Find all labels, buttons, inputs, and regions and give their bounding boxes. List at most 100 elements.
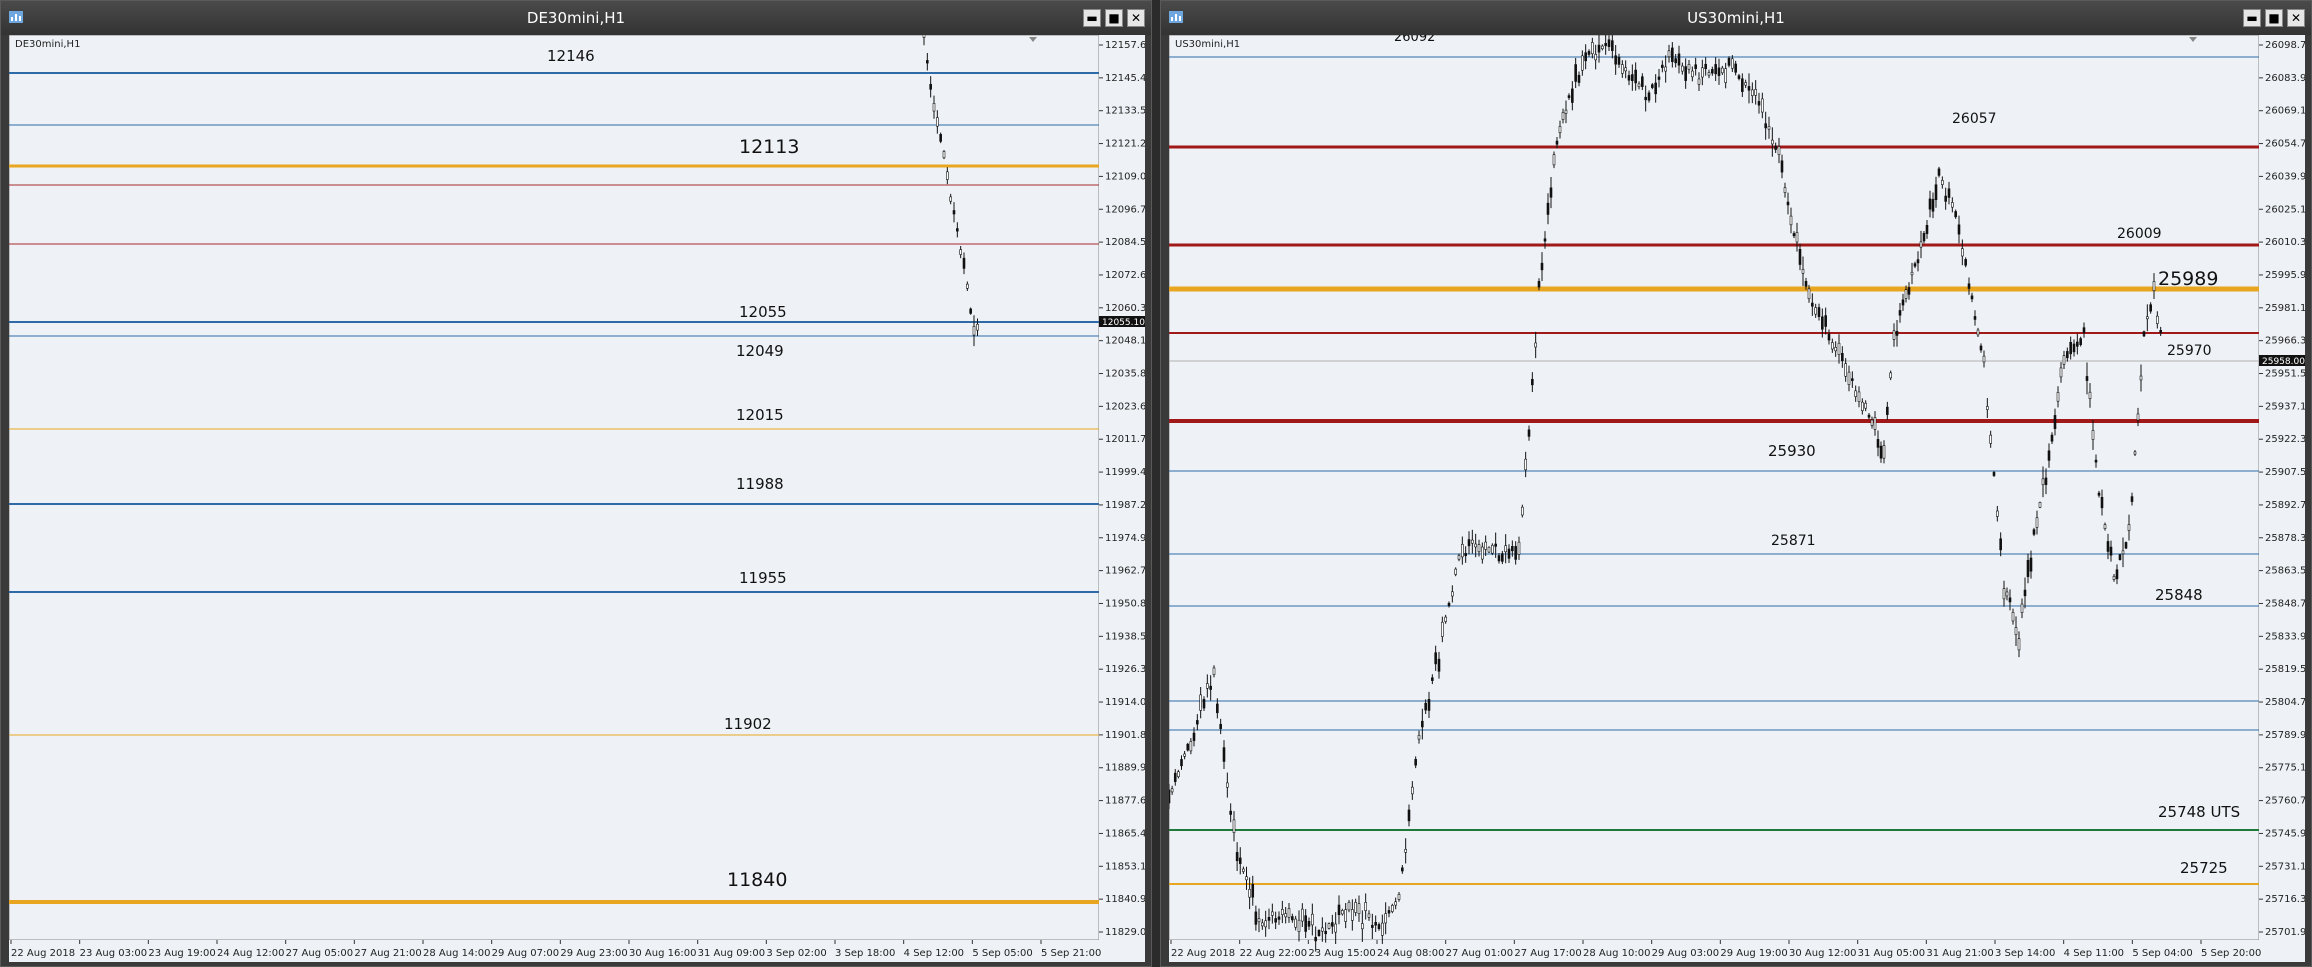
candle [1291, 916, 1294, 921]
candle [1771, 139, 1774, 145]
price-tick-label: 12096.77 [1105, 204, 1145, 215]
candle [1552, 154, 1556, 166]
candle [1232, 819, 1236, 833]
candle [1886, 406, 1889, 415]
candle [1387, 910, 1391, 914]
price-tick-label: 25951.53 [2265, 369, 2305, 380]
candle [1444, 616, 1447, 622]
candle [1964, 259, 1967, 266]
candle [1441, 621, 1444, 637]
current-price-label: 25958.00 [2262, 357, 2305, 367]
candle [1961, 248, 1964, 257]
candle [1694, 64, 1697, 69]
candle [942, 151, 946, 159]
de30-titlebar[interactable]: DE30mini,H1 ▬ ■ ✕ [1, 1, 1151, 35]
candle [1774, 145, 1777, 150]
candle [2121, 550, 2125, 555]
candle [1481, 546, 1484, 560]
candle [1341, 910, 1344, 915]
candle [926, 60, 929, 64]
us30-titlebar[interactable]: US30mini,H1 ▬ ■ ✕ [1161, 1, 2311, 35]
candle [1216, 703, 1219, 714]
candle [1534, 342, 1537, 348]
price-tick-label: 25789.93 [2265, 730, 2305, 741]
candle [1238, 857, 1242, 864]
candle [2091, 430, 2095, 440]
candle [1226, 782, 1229, 788]
candle [1727, 57, 1731, 66]
price-tick-label: 11914.07 [1105, 697, 1145, 708]
candle [946, 171, 949, 180]
candle [2106, 541, 2110, 552]
time-tick-label: 31 Aug 21:00 [1926, 948, 1993, 959]
candle [1982, 355, 1986, 363]
candle [1724, 68, 1727, 83]
candle [1543, 238, 1547, 242]
candle [1937, 168, 1941, 176]
candle [1212, 667, 1216, 675]
de30-price-chart[interactable]: DE30mini,H1 12157.67 12145.42 12133.52 12121… [9, 35, 1145, 962]
time-tick-label: 29 Aug 03:00 [1652, 948, 1719, 959]
candle [1527, 429, 1531, 437]
price-tick-label: 25775.13 [2265, 763, 2305, 774]
us30-chart-window[interactable]: US30mini,H1 ▬ ■ ✕ US30mini,H1 26098.73 260… [1160, 0, 2312, 967]
us30-price-chart[interactable]: US30mini,H1 26098.73 26083.93 26069.13 26054… [1169, 35, 2305, 962]
candle [2044, 477, 2048, 485]
price-tick-label: 11853.17 [1105, 861, 1145, 872]
maximize-button[interactable]: ■ [1105, 9, 1123, 27]
candle [2020, 603, 2024, 613]
time-tick-label: 23 Aug 15:00 [1308, 948, 1375, 959]
candle [1183, 753, 1186, 757]
candle [1624, 67, 1627, 72]
time-tick-label: 29 Aug 19:00 [1720, 948, 1787, 959]
candle [1222, 747, 1226, 762]
time-tick-label: 27 Aug 01:00 [1446, 948, 1513, 959]
candle [1861, 401, 1864, 411]
candle [1354, 902, 1357, 913]
candle [1847, 371, 1851, 385]
candle [2017, 638, 2021, 651]
price-tick-label: 12133.52 [1105, 106, 1145, 117]
candle [1754, 89, 1757, 96]
candle [1281, 909, 1284, 915]
candle [1941, 180, 1944, 185]
candle [1199, 694, 1202, 711]
candle [1314, 936, 1317, 942]
close-button[interactable]: ✕ [2287, 9, 2305, 27]
candle [1979, 345, 1983, 351]
candle [1999, 538, 2002, 551]
candle [2026, 559, 2030, 577]
price-tick-label: 11926.32 [1105, 664, 1145, 675]
time-tick-label: 23 Aug 19:00 [148, 948, 215, 959]
candle [1651, 84, 1654, 88]
candle [1734, 63, 1737, 73]
candle [1747, 86, 1751, 91]
candle [1641, 76, 1644, 87]
candle [1574, 64, 1577, 82]
time-tick-label: 4 Sep 11:00 [2064, 948, 2124, 959]
candle [1524, 458, 1527, 471]
minimize-button[interactable]: ▬ [2243, 9, 2261, 27]
close-button[interactable]: ✕ [1127, 9, 1145, 27]
candle [1721, 67, 1724, 74]
price-tick-label: 25819.53 [2265, 664, 2305, 675]
candle [1274, 918, 1277, 923]
candle [1707, 72, 1711, 76]
candle [1206, 683, 1209, 689]
candle [949, 196, 952, 202]
candle [1594, 54, 1597, 61]
candle [1514, 546, 1517, 560]
de30-chart-window[interactable]: DE30mini,H1 ▬ ■ ✕ DE30mini,H1 12157.67 121… [0, 0, 1152, 967]
price-tick-label: 12157.67 [1105, 40, 1145, 51]
minimize-button[interactable]: ▬ [1083, 9, 1101, 27]
window-title: US30mini,H1 [1687, 9, 1785, 27]
candle [1461, 543, 1464, 558]
candle [2056, 392, 2060, 402]
candle [2156, 315, 2159, 324]
time-tick-label: 22 Aug 2018 [1171, 948, 1235, 959]
candle [1611, 40, 1614, 51]
maximize-button[interactable]: ■ [2265, 9, 2283, 27]
candle [1361, 923, 1364, 930]
time-tick-label: 31 Aug 09:00 [698, 948, 765, 959]
candle [1584, 52, 1587, 62]
